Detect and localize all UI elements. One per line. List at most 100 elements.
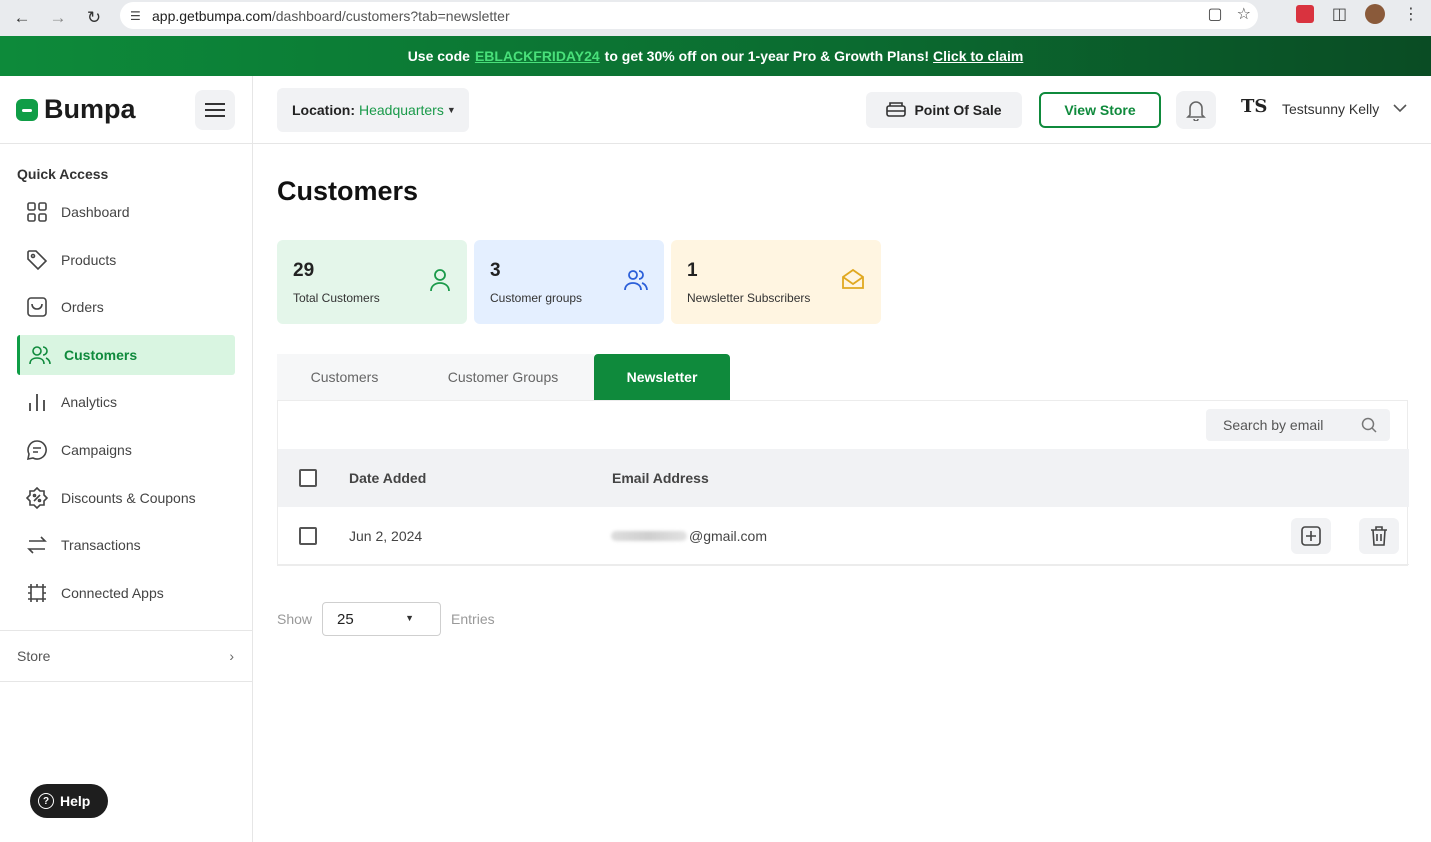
claim-link[interactable]: Click to claim [933, 48, 1023, 64]
search-input[interactable]: Search by email [1206, 409, 1390, 441]
sidebar-item-label: Analytics [61, 394, 118, 411]
search-icon [1361, 417, 1377, 436]
reload-icon[interactable]: ↻ [80, 4, 108, 32]
tab-newsletter[interactable]: Newsletter [594, 354, 730, 400]
chat-icon [25, 438, 49, 462]
pos-register-icon [886, 101, 907, 120]
sidebar-item-label: Campaigns [61, 441, 132, 458]
discount-icon [25, 486, 49, 510]
show-label: Show [277, 611, 313, 627]
bumpa-logo-icon [16, 98, 38, 121]
profile-avatar[interactable] [1365, 4, 1385, 24]
sidebar-item-label: Products [61, 251, 117, 268]
bookmark-star-icon[interactable]: ☆ [1237, 4, 1251, 24]
transfer-icon [25, 533, 49, 557]
user-name[interactable]: Testsunny Kelly [1282, 101, 1379, 117]
location-label: Location: [292, 102, 355, 118]
newsletter-table: Search by email Date Added Email Address… [277, 400, 1409, 566]
question-icon: ? [38, 793, 54, 809]
grid-icon [25, 200, 49, 224]
promo-text: to get 30% off on our 1-year Pro & Growt… [604, 48, 930, 64]
sidebar-item-dashboard[interactable]: Dashboard [17, 192, 235, 232]
browser-menu-icon[interactable]: ⋮ [1403, 4, 1419, 24]
pagination-controls: Show 25 ▼ Entries [277, 602, 495, 636]
location-selector[interactable]: Location: Headquarters ▼ [277, 88, 469, 132]
caret-down-icon: ▼ [446, 105, 456, 115]
users-icon [624, 268, 648, 297]
caret-down-icon: ▼ [405, 613, 415, 623]
pos-label: Point Of Sale [914, 102, 1002, 118]
entries-label: Entries [451, 611, 495, 627]
view-store-button[interactable]: View Store [1039, 92, 1161, 128]
add-subscriber-button[interactable] [1291, 518, 1331, 554]
sidebar-item-connected-apps[interactable]: Connected Apps [17, 573, 235, 613]
sidebar-item-discounts[interactable]: Discounts & Coupons [17, 478, 235, 518]
chevron-down-icon[interactable] [1393, 100, 1407, 118]
row-email: @gmail.com [611, 528, 767, 544]
sidebar-item-customers[interactable]: Customers [17, 334, 235, 375]
orders-icon [25, 295, 49, 319]
sidebar: Bumpa Quick Access Dashboard Products Or… [0, 76, 253, 842]
sidebar-item-label: Orders [61, 299, 104, 316]
select-all-checkbox[interactable] [299, 469, 317, 487]
sidebar-item-label: Discounts & Coupons [61, 489, 196, 506]
sidebar-item-products[interactable]: Products [17, 240, 235, 280]
sidebar-item-transactions[interactable]: Transactions [17, 525, 235, 565]
location-value: Headquarters [359, 102, 444, 118]
tab-bar: Customers Customer Groups Newsletter [277, 354, 730, 400]
delete-button[interactable] [1359, 518, 1399, 554]
stat-value: 1 [687, 260, 698, 281]
store-label: Store [17, 648, 51, 664]
address-bar[interactable]: ☰ app.getbumpa.com/dashboard/customers?t… [120, 2, 1258, 29]
brand-name: Bumpa [44, 94, 136, 124]
user-icon [429, 268, 451, 297]
menu-toggle-button[interactable] [195, 90, 235, 130]
url-host: app.getbumpa.com [152, 7, 272, 24]
logo-row: Bumpa [0, 76, 252, 144]
stat-label: Total Customers [293, 291, 380, 305]
stat-value: 29 [293, 260, 315, 281]
trash-icon [1371, 526, 1387, 546]
promo-banner: Use code EBLACKFRIDAY24 to get 30% off o… [0, 36, 1431, 76]
email-domain: @gmail.com [689, 527, 768, 544]
help-button[interactable]: ? Help [30, 784, 108, 818]
hamburger-icon [205, 103, 225, 117]
apps-icon [25, 581, 49, 605]
sidebar-item-store[interactable]: Store › [0, 630, 252, 682]
tab-customer-groups[interactable]: Customer Groups [412, 354, 594, 400]
forward-icon[interactable]: → [44, 4, 72, 32]
stat-card-newsletter-subscribers: 1 Newsletter Subscribers [671, 240, 881, 324]
user-avatar[interactable]: TS [1241, 96, 1267, 117]
sidebar-item-analytics[interactable]: Analytics [17, 382, 235, 422]
search-placeholder: Search by email [1223, 417, 1324, 433]
extension-icon[interactable] [1295, 5, 1314, 23]
sidebar-item-campaigns[interactable]: Campaigns [17, 430, 235, 470]
page-size-select[interactable]: 25 ▼ [322, 602, 442, 636]
promo-code[interactable]: EBLACKFRIDAY24 [475, 48, 600, 64]
extensions-puzzle-icon[interactable]: ◫ [1332, 4, 1347, 24]
sidebar-item-label: Customers [64, 346, 138, 363]
url-path: /dashboard/customers?tab=newsletter [271, 7, 510, 24]
column-header-date: Date Added [349, 470, 427, 486]
back-icon[interactable]: ← [8, 4, 36, 32]
column-header-email: Email Address [612, 470, 709, 486]
tab-customers[interactable]: Customers [277, 354, 412, 400]
bell-icon [1186, 101, 1206, 121]
users-icon [28, 343, 52, 367]
promo-prefix: Use code [407, 48, 470, 64]
tag-icon [25, 248, 49, 272]
page-title: Customers [277, 176, 419, 206]
top-bar: Location: Headquarters ▼ Point Of Sale V… [253, 76, 1431, 144]
help-label: Help [60, 793, 91, 809]
sidebar-item-orders[interactable]: Orders [17, 287, 235, 327]
site-settings-icon[interactable]: ☰ [130, 9, 152, 23]
mail-open-icon [841, 268, 865, 295]
point-of-sale-button[interactable]: Point Of Sale [866, 92, 1022, 128]
notifications-button[interactable] [1176, 91, 1216, 129]
row-checkbox[interactable] [299, 526, 317, 545]
table-row: Jun 2, 2024 @gmail.com [278, 507, 1409, 565]
sidebar-item-label: Dashboard [61, 204, 130, 220]
install-app-icon[interactable]: ▢ [1208, 4, 1223, 24]
quick-access-title: Quick Access [17, 166, 109, 182]
sidebar-item-label: Connected Apps [61, 584, 164, 601]
